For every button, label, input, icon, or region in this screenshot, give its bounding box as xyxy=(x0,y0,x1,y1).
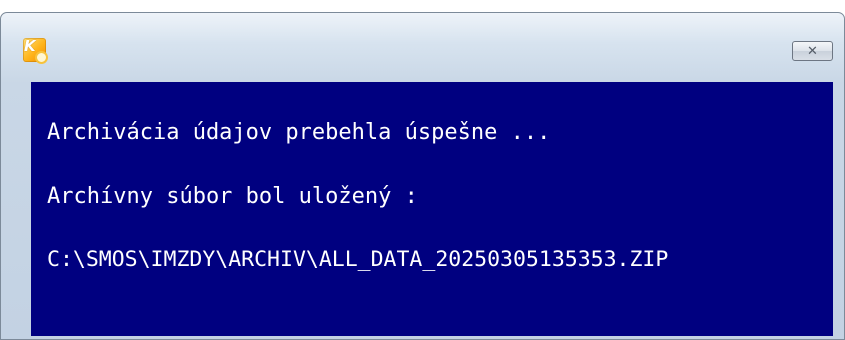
saved-file-label: Archívny súbor bol uložený : xyxy=(47,184,418,209)
title-bar[interactable]: K ✕ xyxy=(1,13,844,81)
close-icon: ✕ xyxy=(807,43,818,59)
k-logo-icon: K xyxy=(23,37,48,64)
close-button[interactable]: ✕ xyxy=(792,41,833,61)
success-message: Archivácia údajov prebehla úspešne ... xyxy=(47,120,551,145)
archive-file-path: C:\SMOS\IMZDY\ARCHIV\ALL_DATA_2025030513… xyxy=(47,247,669,272)
message-dialog: K ✕ Archivácia údajov prebehla úspešne .… xyxy=(0,12,845,340)
message-panel: Archivácia údajov prebehla úspešne ... A… xyxy=(31,82,833,336)
